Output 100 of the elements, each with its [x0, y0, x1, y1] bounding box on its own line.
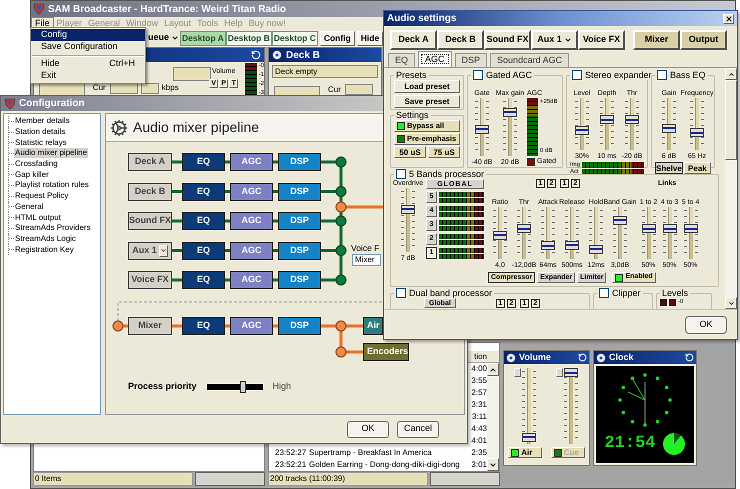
slider[interactable]: [516, 207, 532, 259]
slider-thumb[interactable]: [589, 244, 603, 254]
tree-item[interactable]: HTML output: [14, 212, 62, 223]
slider[interactable]: [640, 207, 656, 259]
slider-thumb[interactable]: [240, 381, 246, 393]
slider-thumb[interactable]: [503, 108, 517, 117]
stage-block[interactable]: DSP: [278, 317, 321, 335]
tree-item[interactable]: Request Policy: [14, 191, 70, 202]
tab[interactable]: EQ: [388, 53, 416, 67]
slider[interactable]: [682, 207, 698, 259]
slider-thumb[interactable]: [690, 128, 704, 138]
stage-block[interactable]: DSP: [278, 182, 321, 200]
stage-block[interactable]: EQ: [182, 182, 225, 200]
checkbox[interactable]: [473, 70, 483, 80]
mode-button[interactable]: Shelve: [655, 162, 683, 174]
stage-block[interactable]: EQ: [182, 153, 225, 171]
dialog-button[interactable]: OK: [347, 420, 389, 438]
source-button[interactable]: Deck A: [390, 30, 437, 50]
checkbox[interactable]: [657, 70, 667, 80]
tree-item[interactable]: Playlist rotation rules: [14, 180, 90, 190]
tree-item[interactable]: Registration Key: [14, 244, 75, 255]
slider-thumb[interactable]: [662, 224, 676, 234]
slider-thumb[interactable]: [575, 126, 589, 135]
source-button[interactable]: Aux 1: [531, 30, 578, 50]
slider-thumb[interactable]: [401, 204, 415, 214]
tab[interactable]: DSP: [454, 53, 488, 67]
select-field[interactable]: Mixer: [352, 254, 381, 266]
tree-item[interactable]: General: [14, 202, 44, 212]
output-block[interactable]: Encoders: [363, 343, 409, 361]
slider-thumb[interactable]: [613, 216, 627, 225]
stage-block[interactable]: AGC: [230, 271, 273, 289]
ok-button[interactable]: OK: [685, 316, 727, 334]
slider[interactable]: [492, 207, 508, 259]
tree-item[interactable]: Station details: [14, 127, 66, 138]
tree-item[interactable]: Audio mixer pipeline: [14, 148, 88, 158]
source-button[interactable]: Deck B: [128, 182, 172, 200]
tree-item[interactable]: StreamAds Logic: [14, 234, 77, 244]
square-button[interactable]: [514, 368, 521, 377]
toolbar-button[interactable]: Config: [320, 30, 355, 46]
checkbox[interactable]: [599, 288, 609, 298]
slider[interactable]: [689, 98, 705, 150]
desktop-tab[interactable]: Desktop C: [272, 30, 318, 46]
slider[interactable]: [474, 98, 490, 156]
stage-block[interactable]: DSP: [278, 212, 321, 230]
checkbox[interactable]: [396, 288, 406, 298]
source-button[interactable]: Deck A: [128, 153, 172, 171]
slider-thumb[interactable]: [541, 241, 555, 250]
stage-block[interactable]: EQ: [182, 271, 225, 289]
stage-block[interactable]: EQ: [182, 242, 225, 260]
desktop-tab[interactable]: Desktop A: [180, 30, 226, 46]
slider-thumb[interactable]: [565, 240, 579, 250]
mode-button[interactable]: Peak: [684, 162, 711, 174]
menu-item[interactable]: Config: [31, 29, 145, 41]
stage-block[interactable]: DSP: [278, 153, 321, 171]
slider[interactable]: [520, 368, 537, 444]
source-button[interactable]: Sound FX: [128, 212, 172, 230]
source-button[interactable]: Mixer: [128, 317, 172, 335]
slider[interactable]: [574, 98, 590, 150]
close-button[interactable]: [723, 14, 734, 24]
slider[interactable]: [563, 368, 580, 444]
preset-button[interactable]: Save preset: [394, 95, 460, 108]
slider-thumb[interactable]: [475, 124, 489, 134]
checkbox[interactable]: [396, 169, 406, 179]
slider[interactable]: [564, 207, 580, 259]
tab[interactable]: Soundcard AGC: [490, 53, 570, 67]
stage-block[interactable]: AGC: [230, 153, 273, 171]
source-button[interactable]: Sound FX: [484, 30, 531, 50]
tree-item[interactable]: Crossfading: [14, 159, 59, 170]
slider[interactable]: [612, 207, 628, 259]
tree-item[interactable]: StreamAds Providers: [14, 223, 92, 234]
slider[interactable]: [540, 207, 556, 259]
slider[interactable]: [400, 188, 416, 252]
tab[interactable]: AGC: [418, 51, 452, 67]
priority-slider[interactable]: [206, 380, 263, 394]
slider-thumb[interactable]: [625, 115, 639, 124]
stage-block[interactable]: DSP: [278, 271, 321, 289]
stage-block[interactable]: AGC: [230, 212, 273, 230]
slider-thumb[interactable]: [662, 124, 676, 133]
source-dropdown[interactable]: Aux 1: [128, 242, 172, 260]
toolbar-button[interactable]: Hide: [356, 30, 384, 46]
slider[interactable]: [661, 98, 677, 150]
source-button[interactable]: Output: [680, 30, 727, 50]
emphasis-button[interactable]: 75 uS: [428, 146, 460, 158]
slider-thumb[interactable]: [564, 368, 578, 377]
stage-block[interactable]: DSP: [278, 242, 321, 260]
source-button[interactable]: Mixer: [633, 30, 680, 50]
stage-block[interactable]: EQ: [182, 212, 225, 230]
slider-thumb[interactable]: [684, 224, 698, 234]
tree-item[interactable]: Statistic relays: [14, 138, 68, 148]
slider-thumb[interactable]: [600, 115, 614, 124]
slider-thumb[interactable]: [522, 432, 536, 442]
scrollbar[interactable]: [487, 363, 499, 471]
tree-item[interactable]: Gap killer: [14, 170, 50, 180]
emphasis-button[interactable]: 50 uS: [394, 146, 426, 158]
dialog-button[interactable]: Cancel: [397, 420, 439, 438]
slider[interactable]: [662, 207, 678, 259]
output-block[interactable]: Air: [363, 317, 383, 335]
slider[interactable]: [502, 98, 518, 156]
stage-block[interactable]: EQ: [182, 317, 225, 335]
slider-thumb[interactable]: [493, 230, 507, 240]
